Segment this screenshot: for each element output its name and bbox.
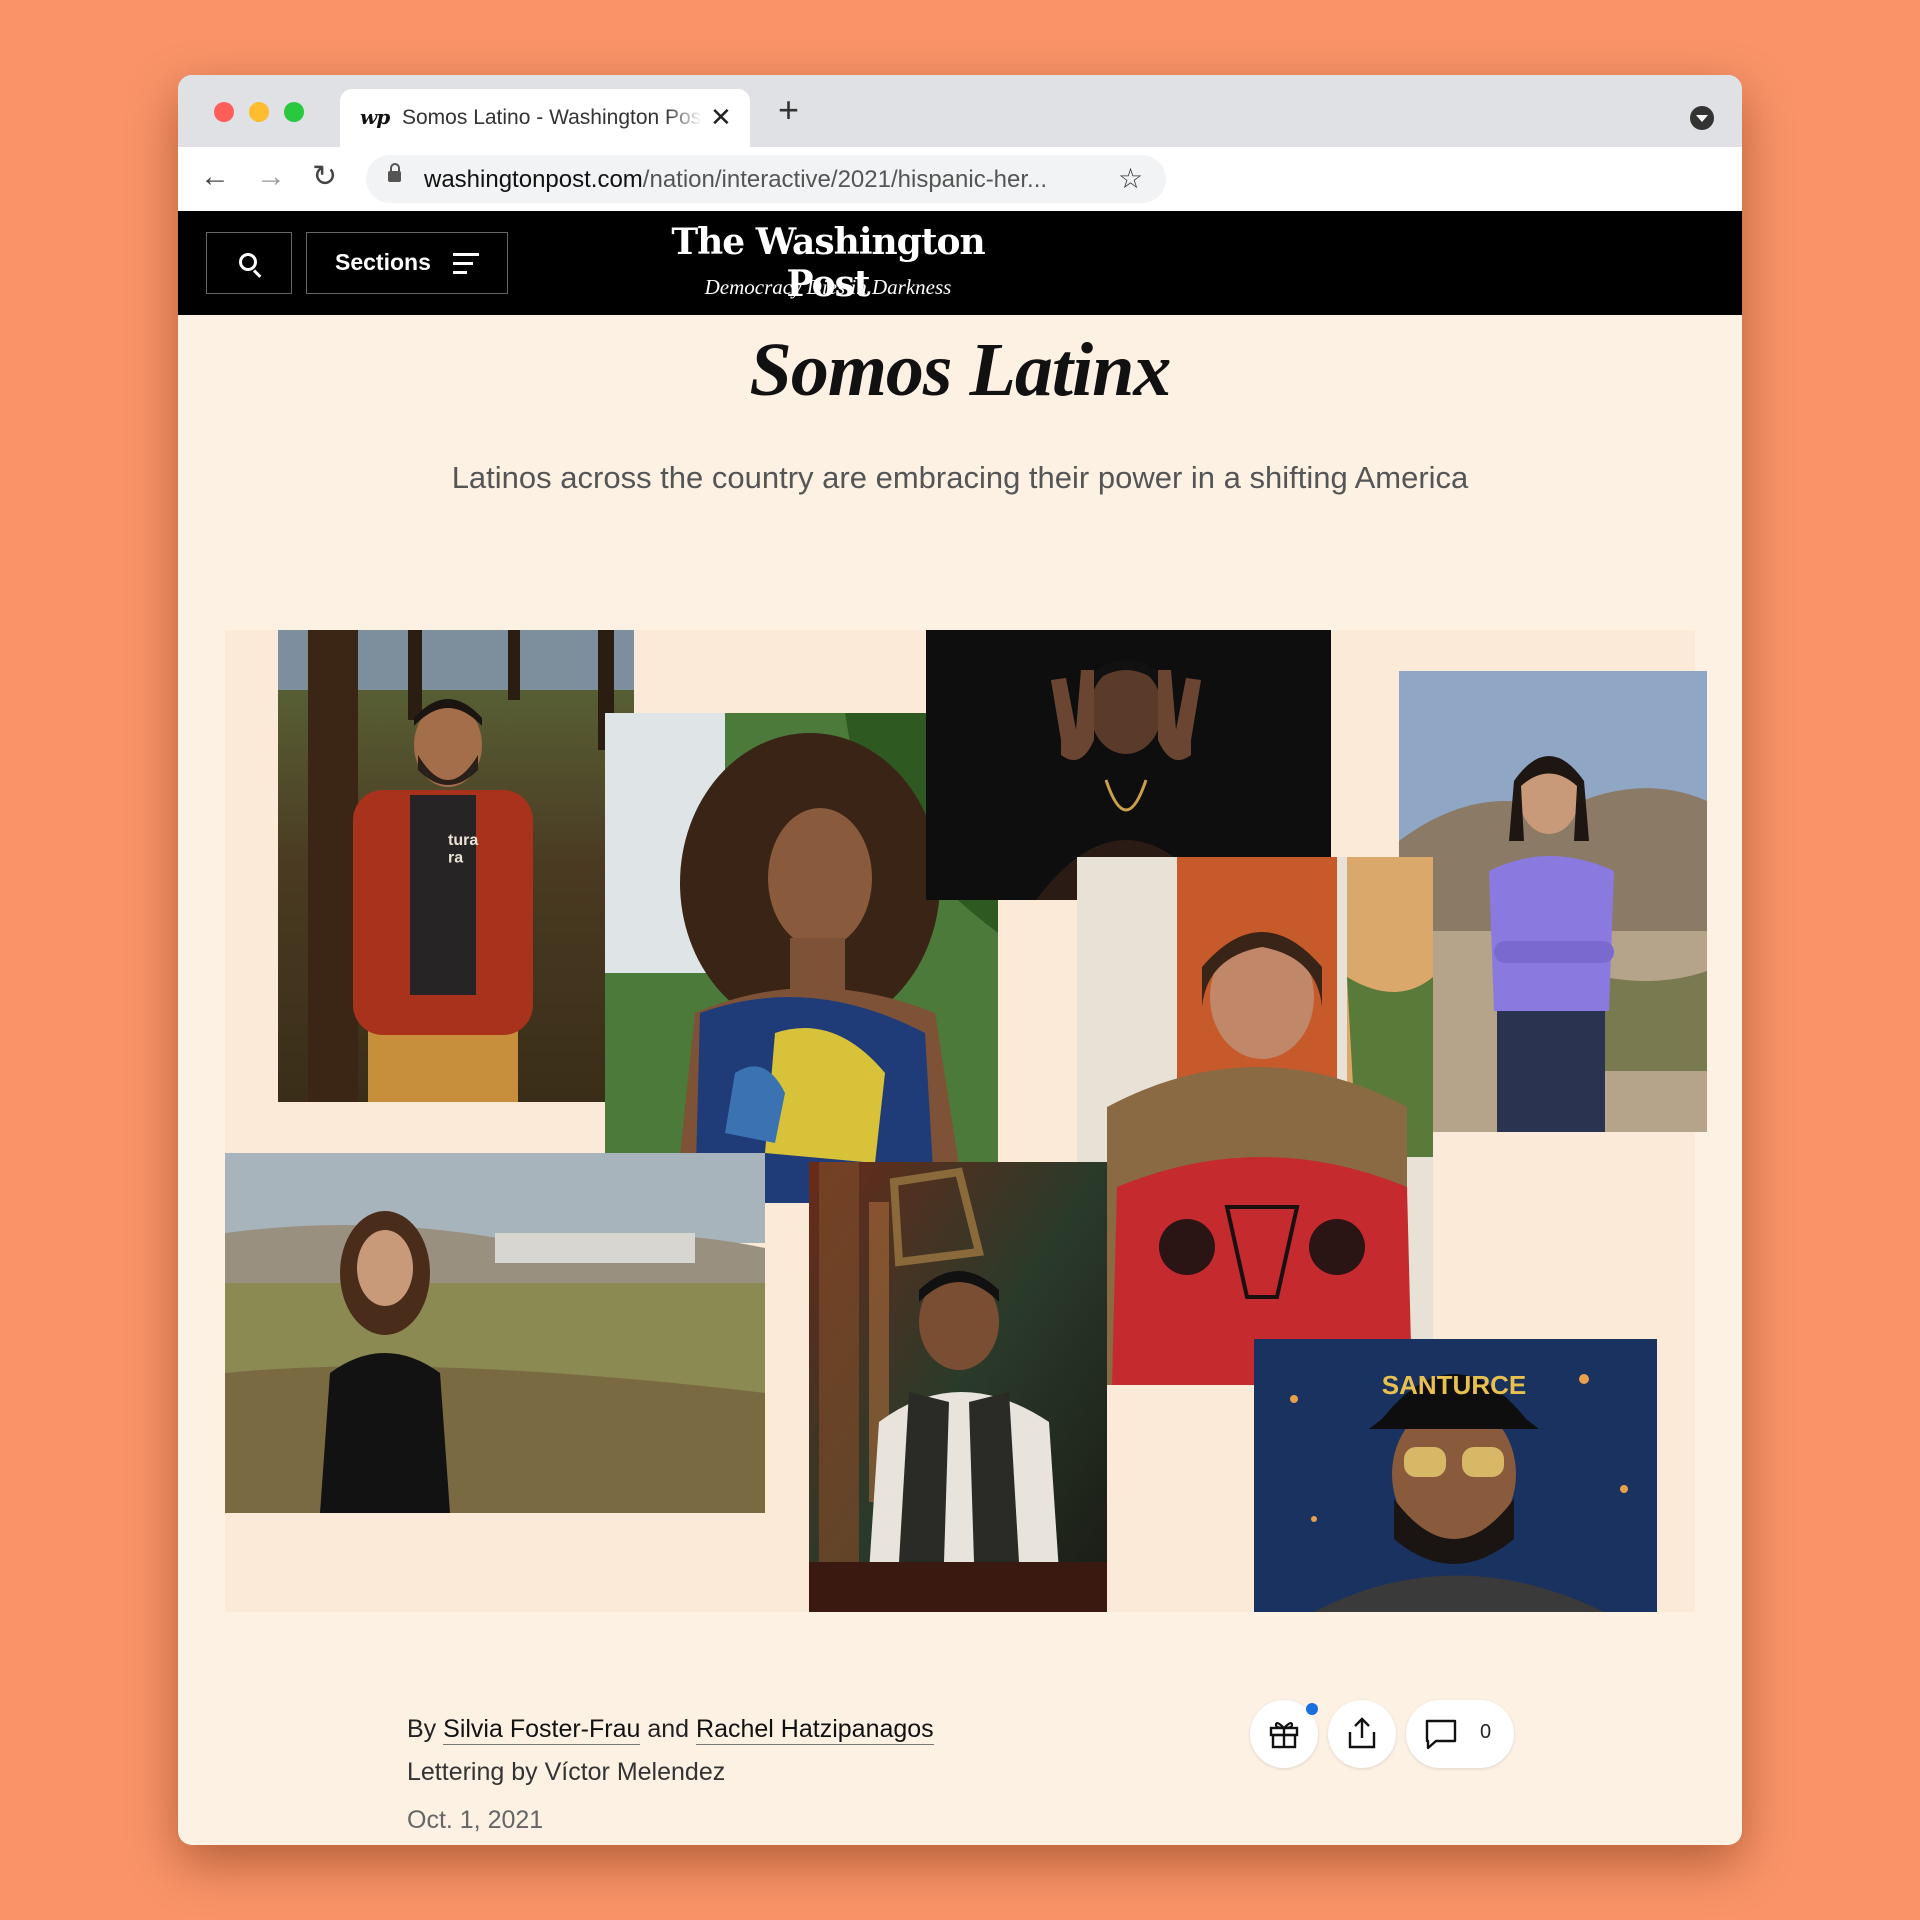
notification-dot: [1306, 1703, 1318, 1715]
sections-label: Sections: [335, 249, 431, 275]
article-headline: Somos Latinx: [749, 328, 1172, 412]
hamburger-menu-icon: [453, 253, 479, 275]
forward-arrow-icon[interactable]: →: [256, 161, 286, 193]
masthead-tagline: Democracy Dies in Darkness: [704, 275, 952, 299]
gift-article-button[interactable]: [1250, 1700, 1318, 1768]
tab-somos-latino[interactable]: wp Somos Latino - Washington Post ✕: [340, 89, 750, 147]
share-button[interactable]: [1328, 1700, 1396, 1768]
article-dek: Latinos across the country are embracing…: [451, 460, 1469, 495]
new-tab-button[interactable]: +: [778, 92, 799, 128]
back-arrow-icon[interactable]: ←: [200, 161, 230, 193]
portrait-purple-sweater-woman: [1399, 671, 1707, 1132]
star-icon[interactable]: ☆: [1118, 162, 1143, 195]
lettering-credit: Lettering by Víctor Melendez: [407, 1758, 726, 1786]
share-icon: [1348, 1717, 1376, 1749]
comment-count: 0: [1480, 1721, 1492, 1743]
comment-icon: [1425, 1719, 1457, 1750]
portrait-forest-man: tura ra: [278, 630, 634, 1102]
wp-favicon-icon: wp: [360, 105, 390, 129]
address-bar[interactable]: washingtonpost.com/nation/interactive/20…: [366, 155, 1166, 203]
search-button[interactable]: [206, 232, 292, 294]
portrait-grassland-woman: [225, 1153, 765, 1513]
url-path: /nation/interactive/2021/hispanic-her...: [642, 166, 1048, 193]
gift-icon: [1269, 1721, 1299, 1749]
tab-strip: wp Somos Latino - Washington Post ✕ +: [178, 75, 1742, 147]
byline: By Silvia Foster-Frau and Rachel Hatzipa…: [407, 1715, 934, 1745]
close-window-button[interactable]: [214, 102, 234, 122]
browser-toolbar: ← → ↻ washingtonpost.com/nation/interact…: [178, 147, 1742, 211]
tab-close-icon[interactable]: ✕: [710, 102, 732, 133]
sections-button[interactable]: Sections: [306, 232, 508, 294]
maximize-window-button[interactable]: [284, 102, 304, 122]
byline-conjunction: and: [647, 1715, 690, 1743]
photo-cap-text: SANTURCE: [1382, 1370, 1526, 1400]
portrait-santurce-cap-man: SANTURCE: [1254, 1339, 1657, 1612]
photo-collage: tura ra SANTURCE: [225, 630, 1707, 1612]
browser-window: wp Somos Latino - Washington Post ✕ + ← …: [178, 75, 1742, 1845]
author-link-rachel[interactable]: Rachel Hatzipanagos: [696, 1715, 934, 1745]
url-text[interactable]: washingtonpost.com/nation/interactive/20…: [424, 166, 1047, 194]
site-masthead: Sections The Washington Post Democracy D…: [178, 211, 1742, 315]
url-host: washingtonpost.com: [424, 166, 643, 193]
publish-date: Oct. 1, 2021: [407, 1806, 544, 1834]
tab-title: Somos Latino - Washington Post: [402, 106, 702, 129]
comments-button[interactable]: 0: [1406, 1700, 1514, 1768]
reload-icon[interactable]: ↻: [312, 161, 337, 193]
lock-icon[interactable]: [388, 163, 401, 182]
minimize-window-button[interactable]: [249, 102, 269, 122]
byline-prefix: By: [407, 1715, 437, 1743]
portrait-elder-woman: [1077, 857, 1433, 1385]
author-link-silvia[interactable]: Silvia Foster-Frau: [443, 1715, 641, 1745]
profile-menu-icon[interactable]: [1690, 106, 1714, 130]
portrait-vest-man: [809, 1162, 1107, 1612]
